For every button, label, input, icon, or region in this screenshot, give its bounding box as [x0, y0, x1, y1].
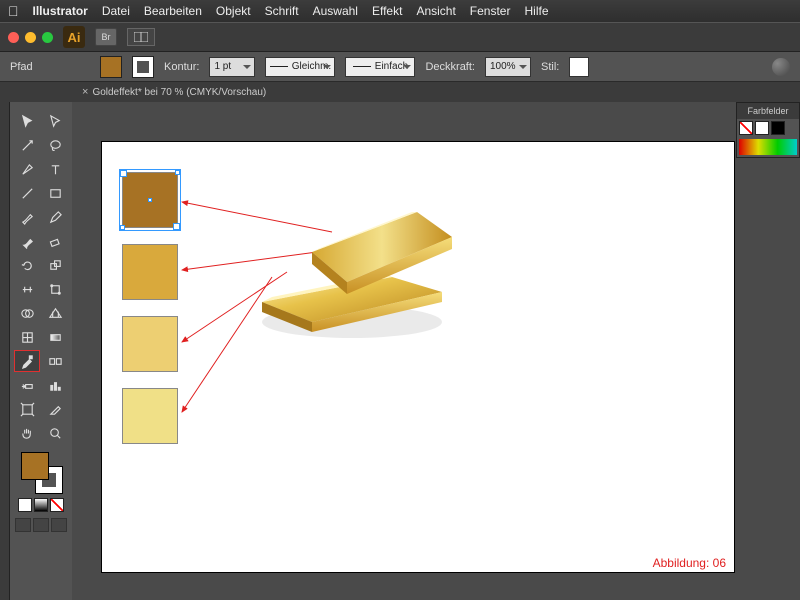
rotate-tool[interactable] — [14, 254, 40, 276]
menu-hilfe[interactable]: Hilfe — [524, 4, 548, 18]
mesh-tool[interactable] — [14, 326, 40, 348]
magic-wand-tool[interactable] — [14, 134, 40, 156]
graphic-style-swatch[interactable] — [569, 57, 589, 77]
color-mode-buttons — [18, 498, 64, 512]
draw-behind-button[interactable] — [33, 518, 49, 532]
kontur-label: Kontur: — [164, 61, 199, 73]
gradient-tool[interactable] — [42, 326, 68, 348]
panel-dock-left[interactable] — [0, 102, 10, 600]
fill-stroke-indicator[interactable] — [19, 450, 63, 494]
document-tab[interactable]: Goldeffekt* bei 70 % (CMYK/Vorschau) — [92, 87, 266, 98]
stroke-profile-dropdown[interactable]: Gleichm. — [265, 57, 335, 77]
swatch-black[interactable] — [771, 121, 785, 135]
brush-definition-dropdown[interactable]: Einfach — [345, 57, 415, 77]
free-transform-tool[interactable] — [42, 278, 68, 300]
shape-builder-tool[interactable] — [14, 302, 40, 324]
color-mode-none[interactable] — [50, 498, 64, 512]
artboard-tool[interactable] — [14, 398, 40, 420]
apple-menu-icon[interactable]:  — [8, 3, 19, 19]
app-titlebar: Ai Br — [0, 22, 800, 52]
swatches-panel-title[interactable]: Farbfelder — [737, 103, 799, 119]
opacity-dropdown[interactable]: 100% — [485, 57, 531, 77]
blob-brush-tool[interactable] — [14, 230, 40, 252]
menu-schrift[interactable]: Schrift — [265, 4, 299, 18]
illustrator-logo-icon: Ai — [63, 26, 85, 48]
paintbrush-tool[interactable] — [14, 206, 40, 228]
workspace: Abbildung: 06 Farbfelder — [0, 102, 800, 600]
menu-bearbeiten[interactable]: Bearbeiten — [144, 4, 202, 18]
menu-ansicht[interactable]: Ansicht — [416, 4, 455, 18]
width-tool[interactable] — [14, 278, 40, 300]
sampled-color-1[interactable] — [122, 172, 178, 228]
menu-objekt[interactable]: Objekt — [216, 4, 251, 18]
color-mode-gradient[interactable] — [34, 498, 48, 512]
scale-tool[interactable] — [42, 254, 68, 276]
menu-auswahl[interactable]: Auswahl — [313, 4, 358, 18]
line-tool[interactable] — [14, 182, 40, 204]
arrange-documents-button[interactable] — [127, 28, 155, 46]
window-controls — [8, 32, 53, 43]
sampled-color-4[interactable] — [122, 388, 178, 444]
gold-bars-image — [242, 182, 452, 342]
lasso-tool[interactable] — [42, 134, 68, 156]
bridge-button[interactable]: Br — [95, 28, 117, 46]
pencil-tool[interactable] — [42, 206, 68, 228]
menu-effekt[interactable]: Effekt — [372, 4, 402, 18]
toolbox — [10, 102, 72, 600]
draw-inside-button[interactable] — [51, 518, 67, 532]
document-tabbar: × Goldeffekt* bei 70 % (CMYK/Vorschau) — [0, 82, 800, 102]
deckkraft-label: Deckkraft: — [425, 61, 475, 73]
app-name[interactable]: Illustrator — [33, 4, 88, 18]
column-graph-tool[interactable] — [42, 374, 68, 396]
screen-mode-buttons — [15, 518, 67, 532]
sampled-color-3[interactable] — [122, 316, 178, 372]
fill-swatch[interactable] — [100, 56, 122, 78]
type-tool[interactable] — [42, 158, 68, 180]
pen-tool[interactable] — [14, 158, 40, 180]
document-setup-icon[interactable] — [772, 58, 790, 76]
symbol-sprayer-tool[interactable] — [14, 374, 40, 396]
blend-tool[interactable] — [42, 350, 68, 372]
control-bar: Pfad Kontur: 1 pt Gleichm. Einfach Deckk… — [0, 52, 800, 82]
zoom-tool[interactable] — [42, 422, 68, 444]
draw-normal-button[interactable] — [15, 518, 31, 532]
artboard[interactable]: Abbildung: 06 — [102, 142, 734, 572]
eyedropper-tool[interactable] — [14, 350, 40, 372]
close-tab-icon[interactable]: × — [82, 86, 88, 98]
zoom-window-button[interactable] — [42, 32, 53, 43]
canvas-area[interactable]: Abbildung: 06 Farbfelder — [72, 102, 800, 600]
direct-selection-tool[interactable] — [42, 110, 68, 132]
swatch-spectrum[interactable] — [739, 139, 797, 155]
perspective-grid-tool[interactable] — [42, 302, 68, 324]
rectangle-tool[interactable] — [42, 182, 68, 204]
stroke-swatch[interactable] — [132, 56, 154, 78]
hand-tool[interactable] — [14, 422, 40, 444]
stil-label: Stil: — [541, 61, 559, 73]
figure-caption: Abbildung: 06 — [653, 556, 726, 570]
swatch-none[interactable] — [739, 121, 753, 135]
color-mode-solid[interactable] — [18, 498, 32, 512]
slice-tool[interactable] — [42, 398, 68, 420]
menu-datei[interactable]: Datei — [102, 4, 130, 18]
fill-color-icon[interactable] — [21, 452, 49, 480]
eraser-tool[interactable] — [42, 230, 68, 252]
selection-type-label: Pfad — [10, 61, 90, 73]
selection-tool[interactable] — [14, 110, 40, 132]
swatch-white[interactable] — [755, 121, 769, 135]
system-menubar:  Illustrator Datei Bearbeiten Objekt Sc… — [0, 0, 800, 22]
sampled-color-2[interactable] — [122, 244, 178, 300]
close-window-button[interactable] — [8, 32, 19, 43]
stroke-weight-dropdown[interactable]: 1 pt — [209, 57, 255, 77]
minimize-window-button[interactable] — [25, 32, 36, 43]
menu-fenster[interactable]: Fenster — [470, 4, 511, 18]
swatches-panel[interactable]: Farbfelder — [736, 102, 800, 158]
